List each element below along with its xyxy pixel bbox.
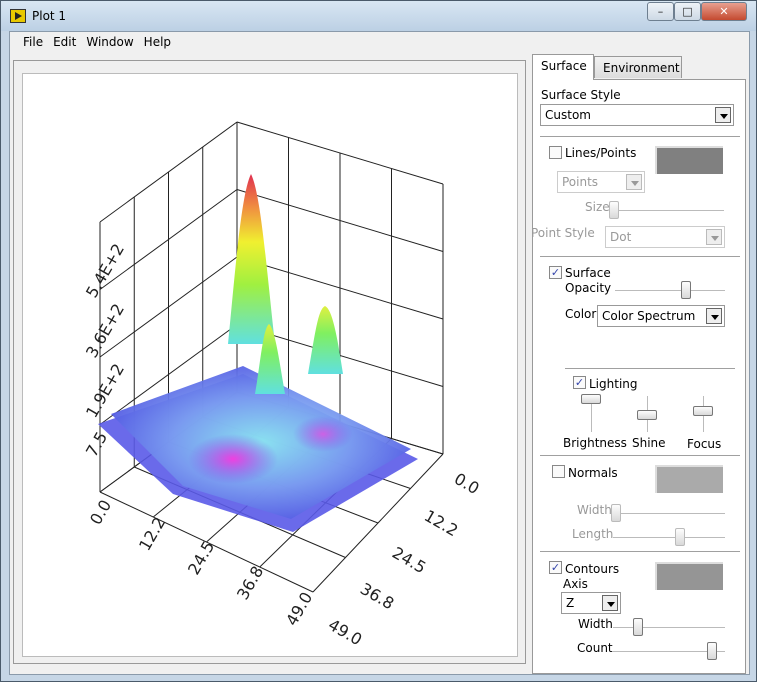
surface-color-select[interactable]: Color Spectrum <box>597 305 725 327</box>
z-tick: 3.6E+2 <box>82 300 128 361</box>
client-area: File Edit Window Help 7.5 1.9E+2 3.6E+2 … <box>9 31 750 675</box>
lines-points-mode-value: Points <box>562 175 599 189</box>
surface-color-value: Color Spectrum <box>602 309 696 323</box>
lines-points-color-swatch[interactable] <box>655 146 723 174</box>
3d-surface-plot[interactable]: 7.5 1.9E+2 3.6E+2 5.4E+2 0.0 12.2 24.5 3… <box>22 73 518 657</box>
x-tick: 24.5 <box>184 538 218 578</box>
opacity-label: Opacity <box>565 281 612 295</box>
shine-label: Shine <box>632 436 666 450</box>
contours-axis-select[interactable]: Z <box>561 592 621 614</box>
y-tick: 0.0 <box>451 469 483 498</box>
chevron-down-icon[interactable] <box>602 595 618 611</box>
z-tick: 7.5 <box>82 428 111 460</box>
focus-label: Focus <box>687 437 722 451</box>
labview-app-icon <box>10 9 26 23</box>
surface-style-select[interactable]: Custom <box>540 104 734 126</box>
x-tick: 0.0 <box>86 496 115 528</box>
lines-points-label: Lines/Points <box>565 146 637 160</box>
chevron-down-icon[interactable] <box>715 107 731 123</box>
contours-color-swatch[interactable] <box>655 562 723 590</box>
menu-help[interactable]: Help <box>139 32 176 54</box>
properties-panel: Surface Environment Surface Style Custom… <box>531 54 748 674</box>
lines-points-mode-select[interactable]: Points <box>557 171 645 193</box>
normals-width-label: Width <box>577 503 612 517</box>
chevron-down-icon[interactable] <box>626 174 642 190</box>
contours-axis-label: Axis <box>563 577 588 591</box>
window-title: Plot 1 <box>32 9 67 23</box>
surface-mesh <box>98 174 418 532</box>
point-style-label: Point Style <box>531 226 595 240</box>
surface-plot-svg[interactable]: 7.5 1.9E+2 3.6E+2 5.4E+2 0.0 12.2 24.5 3… <box>23 74 519 658</box>
point-style-select[interactable]: Dot <box>605 226 725 248</box>
size-slider-thumb[interactable] <box>609 201 619 219</box>
normals-width-slider-thumb[interactable] <box>611 504 621 522</box>
surface-third-peak <box>308 306 343 374</box>
surface-label: Surface <box>565 266 611 280</box>
x-tick: 12.2 <box>135 514 169 554</box>
contours-width-label: Width <box>578 617 613 631</box>
plot-window: Plot 1 – □ ✕ File Edit Window Help 7.5 1… <box>0 0 757 682</box>
surface-tab-content: Surface Style Custom Lines/Points Points… <box>531 79 746 674</box>
title-bar: Plot 1 – □ ✕ <box>1 1 756 31</box>
surface-style-label: Surface Style <box>541 88 621 102</box>
size-slider-track[interactable] <box>610 210 724 211</box>
y-tick: 24.5 <box>389 543 429 577</box>
contours-count-label: Count <box>577 641 613 655</box>
lines-points-checkbox[interactable] <box>549 146 562 159</box>
normals-label: Normals <box>568 466 618 480</box>
normals-length-label: Length <box>572 527 614 541</box>
opacity-slider-track[interactable] <box>615 290 725 291</box>
contours-checkbox[interactable]: ✓ <box>549 561 562 574</box>
surface-checkbox[interactable]: ✓ <box>549 266 562 279</box>
chevron-down-icon[interactable] <box>706 308 722 324</box>
lighting-label: Lighting <box>589 377 638 391</box>
surface-low-region <box>188 434 278 484</box>
normals-width-slider-track[interactable] <box>613 513 725 514</box>
color-label: Color <box>565 307 597 321</box>
shine-slider-thumb[interactable] <box>637 410 657 420</box>
y-tick: 49.0 <box>325 615 365 649</box>
normals-color-swatch[interactable] <box>655 465 723 493</box>
contours-label: Contours <box>565 562 620 576</box>
contours-width-slider-track[interactable] <box>613 627 725 628</box>
brightness-label: Brightness <box>563 436 627 450</box>
contours-width-slider-thumb[interactable] <box>633 618 643 636</box>
menu-window[interactable]: Window <box>81 32 138 54</box>
maximize-button[interactable]: □ <box>674 2 701 21</box>
opacity-slider-thumb[interactable] <box>681 281 691 299</box>
menu-file[interactable]: File <box>18 32 48 54</box>
contours-count-slider-thumb[interactable] <box>707 642 717 660</box>
divider <box>540 136 740 137</box>
y-tick: 36.8 <box>357 579 397 613</box>
focus-slider-thumb[interactable] <box>693 406 713 416</box>
tab-surface[interactable]: Surface <box>532 54 594 80</box>
divider <box>565 368 735 369</box>
normals-length-slider-thumb[interactable] <box>675 528 685 546</box>
y-tick: 12.2 <box>421 506 461 540</box>
plot-area: 7.5 1.9E+2 3.6E+2 5.4E+2 0.0 12.2 24.5 3… <box>13 60 526 664</box>
point-style-value: Dot <box>610 230 632 244</box>
normals-checkbox[interactable] <box>552 465 565 478</box>
tab-environment[interactable]: Environment <box>594 56 682 78</box>
close-button[interactable]: ✕ <box>701 2 747 21</box>
divider <box>540 256 740 257</box>
divider <box>540 455 740 456</box>
menu-bar: File Edit Window Help <box>10 32 749 54</box>
surface-low-region-2 <box>293 416 353 452</box>
z-tick: 5.4E+2 <box>82 240 128 301</box>
contours-axis-value: Z <box>566 596 575 610</box>
divider <box>540 551 740 552</box>
surface-style-value: Custom <box>545 108 591 122</box>
menu-edit[interactable]: Edit <box>48 32 81 54</box>
chevron-down-icon[interactable] <box>706 229 722 245</box>
size-label: Size <box>585 200 610 214</box>
x-tick: 49.0 <box>282 589 316 629</box>
x-tick: 36.8 <box>233 563 267 603</box>
minimize-button[interactable]: – <box>647 2 674 21</box>
lighting-checkbox[interactable]: ✓ <box>573 376 586 389</box>
normals-length-slider-track[interactable] <box>613 537 725 538</box>
brightness-slider-thumb[interactable] <box>581 394 601 404</box>
